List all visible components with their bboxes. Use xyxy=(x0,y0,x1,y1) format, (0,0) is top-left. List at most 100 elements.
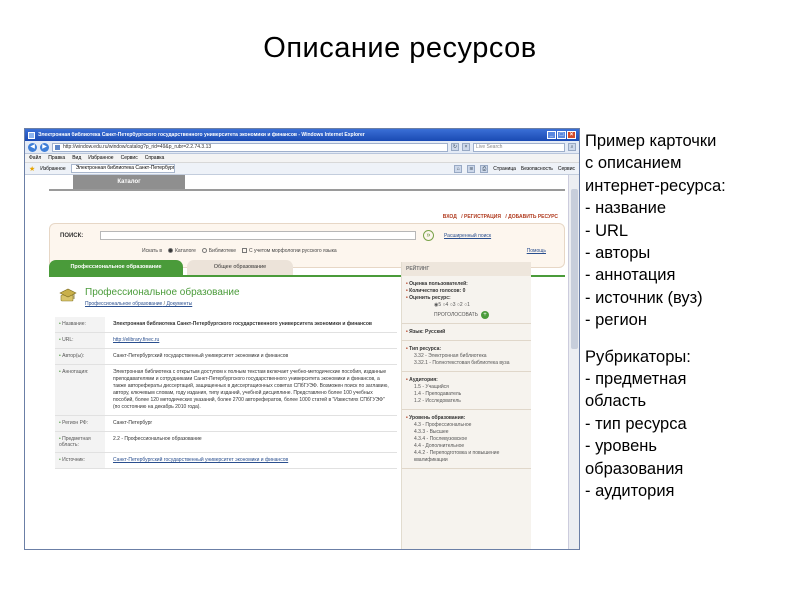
favorites-button[interactable]: Избранное xyxy=(40,166,65,172)
favorites-bar: ★ Избранное Электронная библиотека Санкт… xyxy=(25,163,579,175)
ie-icon xyxy=(28,131,35,139)
rating-section: Оценка пользователей: Количество голосов… xyxy=(402,276,531,324)
menu-file[interactable]: Файл xyxy=(29,155,41,161)
refresh-icon[interactable]: ↻ xyxy=(451,143,459,151)
forward-icon[interactable]: ▶ xyxy=(40,142,49,152)
menu-help[interactable]: Справка xyxy=(145,155,165,161)
source-link[interactable]: Санкт-Петербургский государственный унив… xyxy=(105,453,397,468)
url-link[interactable]: http://elibrary.finec.ru xyxy=(105,333,397,348)
menu-view[interactable]: Вид xyxy=(72,155,81,161)
tools-menu[interactable]: Сервис xyxy=(558,166,575,172)
note-line: - предметная xyxy=(585,370,687,389)
advanced-search-link[interactable]: Расширенный поиск xyxy=(444,233,491,239)
table-row: Регион РФ: Санкт-Петербург xyxy=(55,416,397,432)
security-menu[interactable]: Безопасность xyxy=(521,166,553,172)
card-heading: Профессиональное образование xyxy=(85,287,240,298)
type-section: Тип ресурса: 3.32 - Электронная библиоте… xyxy=(402,341,531,372)
note-line: с описанием xyxy=(585,154,682,173)
note-line: Рубрикаторы: xyxy=(585,347,691,366)
note-line: Пример карточки xyxy=(585,132,717,150)
maximize-button[interactable]: □ xyxy=(557,131,566,139)
morphology-checkbox[interactable]: С учетом морфологии русского языка xyxy=(242,248,337,254)
search-in-label: Искать в xyxy=(142,248,163,254)
search-label: ПОИСК: xyxy=(60,233,84,239)
table-row: Название: Электронная библиотека Санкт-П… xyxy=(55,317,397,333)
field-value: Санкт-Петербургский государственный унив… xyxy=(113,353,289,359)
search-icon[interactable]: ⌕ xyxy=(568,143,576,151)
menu-favorites[interactable]: Избранное xyxy=(88,155,113,161)
breadcrumb-professional[interactable]: Профессиональное образование xyxy=(85,301,162,307)
close-button[interactable]: × xyxy=(567,131,576,139)
login-link[interactable]: ВХОД xyxy=(443,214,457,220)
votes-count: Количество голосов: 0 xyxy=(406,288,527,295)
note-line: - уровень xyxy=(585,437,657,456)
note-line: - аудитория xyxy=(585,482,675,501)
menu-edit[interactable]: Правка xyxy=(48,155,65,161)
scrollbar-thumb[interactable] xyxy=(571,189,578,349)
catalog-tab[interactable]: Каталог xyxy=(73,175,185,189)
table-row: Предметная область: 2.2 - Профессиональн… xyxy=(55,432,397,453)
note-line: - источник (вуз) xyxy=(585,288,703,307)
vote-button[interactable]: ПРОГОЛОСОВАТЬ + xyxy=(434,311,489,319)
address-field[interactable]: http://window.edu.ru/window/catalog?p_ri… xyxy=(52,142,448,152)
tab-professional[interactable]: Профессиональное образование xyxy=(49,260,183,275)
radio-catalog[interactable]: Каталоге xyxy=(168,248,196,254)
field-value: Электронная библиотека Санкт-Петербургск… xyxy=(113,321,372,327)
feeds-icon[interactable]: ≋ xyxy=(467,164,476,173)
graduation-cap-icon xyxy=(59,288,77,302)
breadcrumb-documents[interactable]: Документы xyxy=(166,301,192,307)
list-item: 3.32.1 - Полнотекстовая библиотека вуза xyxy=(414,360,510,366)
note-line: - авторы xyxy=(585,244,651,263)
table-row: Источник: Санкт-Петербургский государств… xyxy=(55,453,397,469)
address-bar-row: ◀ ▶ http://window.edu.ru/window/catalog?… xyxy=(25,141,579,154)
print-icon[interactable]: ⎙ xyxy=(480,164,489,173)
note-line: область xyxy=(585,392,647,411)
note-line: - URL xyxy=(585,221,629,240)
radio-library[interactable]: Библиотеке xyxy=(201,248,236,254)
menu-tools[interactable]: Сервис xyxy=(121,155,138,161)
search-input[interactable] xyxy=(100,231,416,240)
field-label: URL: xyxy=(55,333,105,348)
search-options: Искать в Каталоге Библиотеке С учетом мо… xyxy=(142,248,337,254)
note-line: - аннотация xyxy=(585,266,676,285)
field-label: Регион РФ: xyxy=(55,416,105,431)
home-icon[interactable]: ⌂ xyxy=(454,164,463,173)
register-link[interactable]: / РЕГИСТРАЦИЯ xyxy=(461,214,501,220)
help-link[interactable]: Помощь xyxy=(527,248,546,254)
back-icon[interactable]: ◀ xyxy=(28,142,37,152)
favorites-star-icon[interactable]: ★ xyxy=(29,165,35,173)
minimize-button[interactable]: _ xyxy=(547,131,556,139)
breadcrumb: Профессиональное образование / Документы xyxy=(85,301,193,307)
table-row: Аннотация: Электронная библиотека с откр… xyxy=(55,365,397,416)
education-tabs: Профессиональное образование Общее образ… xyxy=(49,260,293,275)
list-item: 4.4 - Дополнительное xyxy=(414,443,465,449)
rate-label: Оценить ресурс: xyxy=(406,295,527,302)
resource-fields: Название: Электронная библиотека Санкт-П… xyxy=(55,317,397,469)
resource-card: Профессиональное образование Профессиона… xyxy=(49,277,397,549)
rating-scale[interactable]: ◉5 ○4 ○3 ○2 ○1 xyxy=(406,302,527,309)
list-item: 1.5 - Учащийся xyxy=(414,384,449,390)
audience-title: Аудитория: xyxy=(406,377,527,384)
vertical-scrollbar[interactable] xyxy=(568,175,579,549)
add-resource-link[interactable]: / ДОБАВИТЬ РЕСУРС xyxy=(505,214,558,220)
page-content: Каталог ВХОД / РЕГИСТРАЦИЯ / ДОБАВИТЬ РЕ… xyxy=(25,175,568,549)
language-section: Язык: Русский xyxy=(402,324,531,341)
browser-tab[interactable]: Электронная библиотека Санкт-Петербургск… xyxy=(70,164,175,173)
list-item: 4.3.3 - Высшее xyxy=(414,429,449,435)
browser-titlebar: Электронная библиотека Санкт-Петербургск… xyxy=(25,129,579,141)
tab-general[interactable]: Общее образование xyxy=(187,260,293,275)
list-item: 4.4.2 - Переподготовка и повышение квали… xyxy=(414,450,500,463)
stop-icon[interactable]: × xyxy=(462,143,470,151)
field-value: Санкт-Петербург xyxy=(113,420,153,426)
search-go-icon[interactable]: » xyxy=(423,230,434,241)
table-row: Автор(ы): Санкт-Петербургский государств… xyxy=(55,349,397,365)
rating-sidebar: РЕЙТИНГ Оценка пользователей: Количество… xyxy=(401,262,531,549)
language-value: Язык: Русский xyxy=(406,329,527,336)
browser-search-input[interactable]: Live Search xyxy=(473,142,565,152)
level-section: Уровень образования: 4.3 - Профессиональ… xyxy=(402,410,531,469)
page-menu[interactable]: Страница xyxy=(493,166,516,172)
type-title: Тип ресурса: xyxy=(406,346,527,353)
audience-section: Аудитория: 1.5 - Учащийся 1.4 - Преподав… xyxy=(402,372,531,410)
field-label: Автор(ы): xyxy=(55,349,105,364)
field-label: Источник: xyxy=(55,453,105,468)
